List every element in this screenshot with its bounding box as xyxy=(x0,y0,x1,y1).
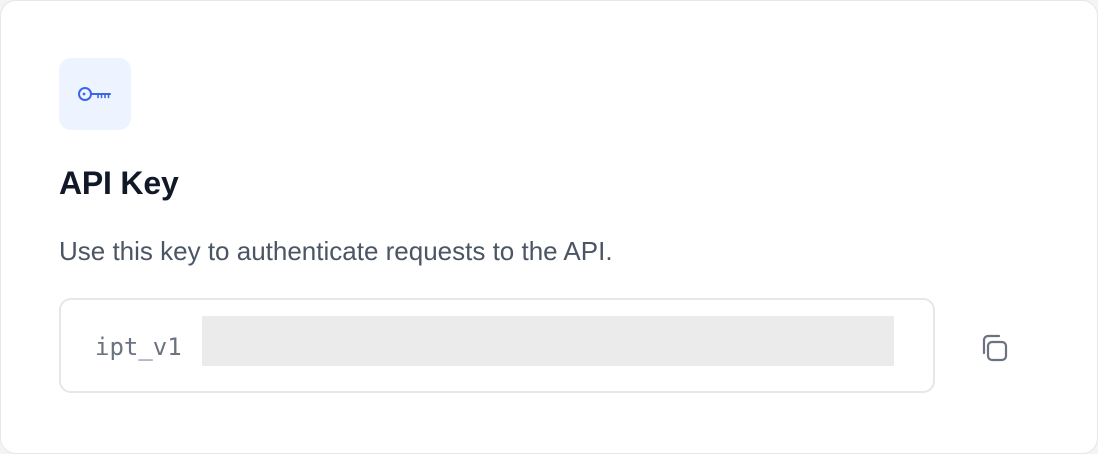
copy-icon xyxy=(982,334,1008,362)
api-key-card: API Key Use this key to authenticate req… xyxy=(0,0,1098,454)
copy-button[interactable] xyxy=(969,323,1019,373)
key-icon-tile xyxy=(59,58,131,130)
card-description: Use this key to authenticate requests to… xyxy=(59,236,613,266)
card-title: API Key xyxy=(59,165,179,201)
api-key-prefix: ipt_v1 xyxy=(95,333,182,361)
api-key-field[interactable]: ipt_v1 xyxy=(59,298,935,393)
api-key-redaction xyxy=(202,316,894,366)
key-icon xyxy=(78,87,111,101)
